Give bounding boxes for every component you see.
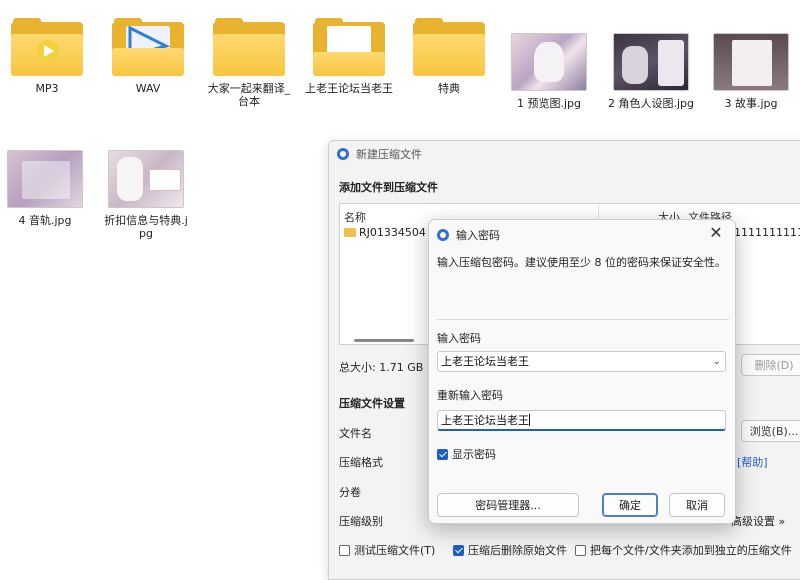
- file-label: 大家一起来翻译_台本: [207, 82, 291, 108]
- list-item[interactable]: RJ01334504: [359, 226, 426, 239]
- confirm-password-input[interactable]: 上老王论坛当老王: [437, 410, 726, 431]
- folder-script[interactable]: 大家一起来翻译_台本: [204, 18, 294, 108]
- advanced-settings-button[interactable]: 高级设置 »: [731, 513, 785, 529]
- file-label: WAV: [135, 82, 161, 95]
- file-label: 1 预览图.jpg: [516, 97, 581, 110]
- image-story[interactable]: 3 故事.jpg: [706, 33, 796, 110]
- file-label: MP3: [35, 82, 59, 95]
- folder-mp3[interactable]: MP3: [2, 18, 92, 95]
- option-label: 把每个文件/文件夹添加到独立的压缩文件: [590, 544, 792, 557]
- password-input[interactable]: 上老王论坛当老王 ⌄: [437, 351, 726, 372]
- image-thumbnail: [108, 150, 184, 208]
- image-thumbnail: [7, 150, 83, 208]
- password-dialog-titlebar: 输入密码: [437, 227, 500, 243]
- archive-dialog-titlebar: 新建压缩文件: [329, 141, 800, 167]
- option-label: 测试压缩文件(T): [354, 544, 436, 557]
- password-description: 输入压缩包密码。建议使用至少 8 位的密码来保证安全性。: [437, 256, 726, 269]
- ok-button[interactable]: 确定: [602, 493, 658, 517]
- close-icon[interactable]: ✕: [705, 223, 727, 243]
- test-archive-option[interactable]: 测试压缩文件(T): [339, 542, 435, 558]
- show-password-label: 显示密码: [452, 448, 496, 461]
- level-label: 压缩级别: [339, 515, 383, 528]
- column-name[interactable]: 名称: [344, 209, 366, 225]
- list-item-path: 1111111111: [734, 226, 800, 239]
- file-label: 上老王论坛当老王: [305, 82, 393, 95]
- image-discount[interactable]: 折扣信息与特典.jpg: [101, 150, 191, 240]
- folder-wang[interactable]: 上老王论坛当老王: [304, 18, 394, 95]
- password-label: 输入密码: [437, 332, 481, 345]
- app-icon: [437, 229, 449, 241]
- image-preview[interactable]: 1 预览图.jpg: [504, 33, 594, 110]
- folder-icon: [413, 18, 485, 76]
- image-thumbnail: [713, 33, 789, 91]
- cancel-button[interactable]: 取消: [669, 493, 725, 517]
- app-icon: [337, 148, 349, 160]
- delete-button[interactable]: 删除(D): [741, 354, 800, 376]
- confirm-password-label: 重新输入密码: [437, 389, 503, 402]
- image-track[interactable]: 4 音轨.jpg: [0, 150, 90, 227]
- password-value: 上老王论坛当老王: [441, 355, 529, 368]
- folder-icon: [313, 18, 385, 76]
- folder-icon: [344, 228, 356, 237]
- divider: [437, 319, 729, 320]
- format-label: 压缩格式: [339, 456, 383, 469]
- image-character[interactable]: 2 角色人设图.jpg: [606, 33, 696, 110]
- show-password-option[interactable]: 显示密码: [437, 446, 496, 462]
- add-files-heading: 添加文件到压缩文件: [339, 181, 438, 194]
- option-label: 压缩后删除原始文件: [468, 544, 567, 557]
- folder-icon: [213, 18, 285, 76]
- chevron-down-icon[interactable]: ⌄: [713, 352, 721, 371]
- delete-after-option[interactable]: 压缩后删除原始文件: [453, 542, 567, 558]
- browse-button[interactable]: 浏览(B)...: [741, 420, 800, 442]
- settings-heading: 压缩文件设置: [339, 397, 405, 410]
- image-thumbnail: [511, 33, 587, 91]
- help-link[interactable]: [帮助]: [737, 454, 768, 470]
- password-dialog: 输入密码 ✕ 输入压缩包密码。建议使用至少 8 位的密码来保证安全性。 输入密码…: [428, 219, 736, 524]
- file-label: 2 角色人设图.jpg: [607, 97, 694, 110]
- folder-icon: [11, 18, 83, 76]
- checkbox[interactable]: [453, 545, 464, 556]
- folder-wav[interactable]: WAV: [103, 18, 193, 95]
- horizontal-scrollbar[interactable]: [354, 339, 414, 342]
- archive-dialog-title: 新建压缩文件: [356, 148, 422, 161]
- folder-tokuten[interactable]: 特典: [404, 18, 494, 95]
- separate-archive-option[interactable]: 把每个文件/文件夹添加到独立的压缩文件: [575, 542, 792, 558]
- file-label: 4 音轨.jpg: [18, 214, 72, 227]
- confirm-password-value: 上老王论坛当老王: [441, 414, 529, 427]
- filename-label: 文件名: [339, 427, 372, 440]
- show-password-checkbox[interactable]: [437, 449, 448, 460]
- checkbox[interactable]: [339, 545, 350, 556]
- password-dialog-title: 输入密码: [456, 229, 500, 242]
- text-caret: [529, 414, 530, 426]
- file-label: 3 故事.jpg: [724, 97, 778, 110]
- total-size: 总大小: 1.71 GB: [339, 361, 424, 374]
- file-label: 折扣信息与特典.jpg: [104, 214, 188, 240]
- checkbox[interactable]: [575, 545, 586, 556]
- password-manager-button[interactable]: 密码管理器...: [437, 493, 579, 517]
- folder-icon: [112, 18, 184, 76]
- image-thumbnail: [613, 33, 689, 91]
- split-label: 分卷: [339, 486, 361, 499]
- file-label: 特典: [438, 82, 460, 95]
